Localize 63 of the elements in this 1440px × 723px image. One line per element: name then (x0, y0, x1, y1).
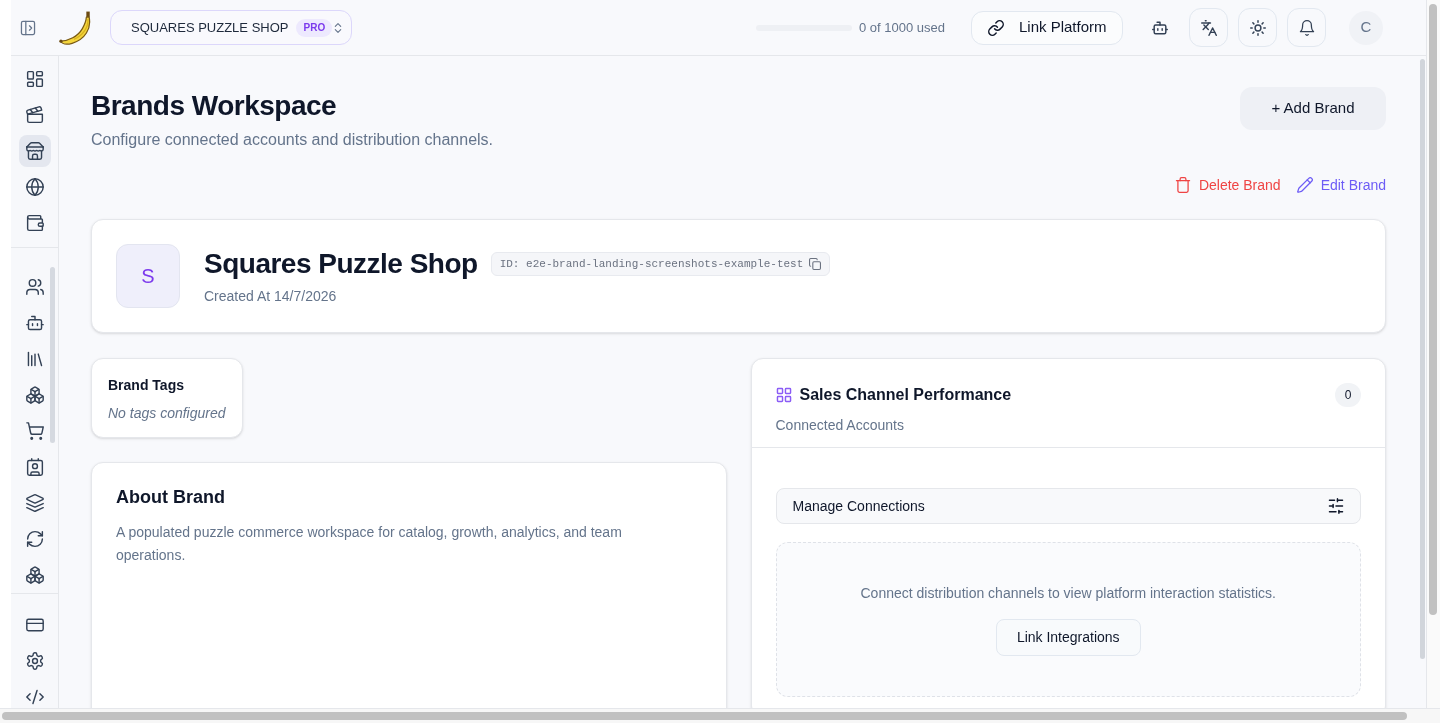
page-subtitle: Configure connected accounts and distribution channels. (91, 130, 494, 150)
panel-icon (20, 19, 36, 36)
globe-icon (25, 178, 44, 196)
layers-icon (25, 494, 44, 512)
clapperboard-icon (25, 106, 44, 124)
grid-icon (25, 70, 44, 88)
nav-button[interactable] (18, 135, 51, 167)
cart-icon (25, 422, 44, 440)
created-date: Created At 14/7/2026 (204, 287, 337, 306)
empty-tags-text: No tags configured (108, 404, 226, 423)
bell-icon (1298, 19, 1315, 36)
contact-card-icon (25, 458, 44, 476)
scrollbar-thumb[interactable] (50, 267, 55, 443)
brand-id: ID: e2e-brand-landing-screenshots-example-test (499, 256, 804, 272)
sliders-icon (1328, 498, 1344, 514)
translate-button[interactable] (1189, 8, 1228, 47)
card-title: Sales Channel Performance (799, 385, 1012, 405)
code-icon (25, 688, 44, 706)
pencil-icon (1296, 177, 1313, 193)
cubes-icon (25, 566, 44, 584)
avatar-button[interactable]: C (1349, 10, 1383, 45)
cubes-icon (25, 386, 44, 404)
count-badge: 0 (1335, 383, 1361, 407)
robot-icon (1151, 19, 1168, 36)
copy-icon[interactable] (809, 258, 822, 270)
translate-icon (1200, 19, 1217, 36)
empty-state-text: Connect distribution channels to view platform interaction statistics. (860, 584, 1276, 603)
grid-icon (775, 387, 792, 403)
robot-icon (25, 314, 44, 332)
brand-avatar: S (116, 244, 180, 308)
books-icon (25, 350, 44, 368)
trash-icon (1174, 177, 1191, 193)
card-subtitle: Connected Accounts (775, 416, 905, 435)
scrollbar-thumb[interactable] (1420, 59, 1425, 659)
scrollbar-thumb[interactable] (2, 712, 1407, 720)
about-text: A populated puzzle commerce workspace for catalog, growth, analytics, and team operations. (116, 523, 623, 565)
manage-connections-button[interactable]: Manage Connections (775, 488, 1361, 524)
store-icon (25, 142, 44, 160)
credit-card-icon (25, 616, 44, 634)
delete-brand-button[interactable]: Delete Brand (1174, 174, 1281, 196)
page-title: Brands Workspace (91, 89, 337, 123)
brand-name: Squares Puzzle Shop (204, 247, 478, 281)
sun-icon (1249, 19, 1266, 36)
sidebar-toggle-button[interactable] (20, 19, 36, 36)
plan-badge: PRO (296, 18, 333, 37)
scrollbar-thumb[interactable] (1429, 4, 1437, 615)
card-title: About Brand (116, 486, 226, 509)
theme-button[interactable] (1238, 8, 1277, 47)
refresh-icon (25, 530, 44, 548)
settings-icon (25, 652, 44, 670)
workspace-name: SQUARES PUZZLE SHOP (131, 18, 289, 37)
edit-brand-button[interactable]: Edit Brand (1296, 174, 1386, 196)
link-icon (988, 19, 1004, 36)
wallet-icon (25, 214, 44, 232)
notifications-button[interactable] (1287, 8, 1326, 47)
add-brand-button[interactable]: + Add Brand (1240, 87, 1386, 130)
usage-text: 0 of 1000 used (858, 18, 945, 37)
users-icon (25, 278, 44, 296)
link-integrations-button[interactable]: Link Integrations (995, 619, 1141, 656)
banana-logo (59, 10, 91, 45)
card-title: Brand Tags (108, 376, 185, 395)
link-platform-button[interactable]: Link Platform (971, 10, 1123, 45)
workspace-switcher[interactable]: SQUARES PUZZLE SHOP PRO (110, 10, 352, 45)
